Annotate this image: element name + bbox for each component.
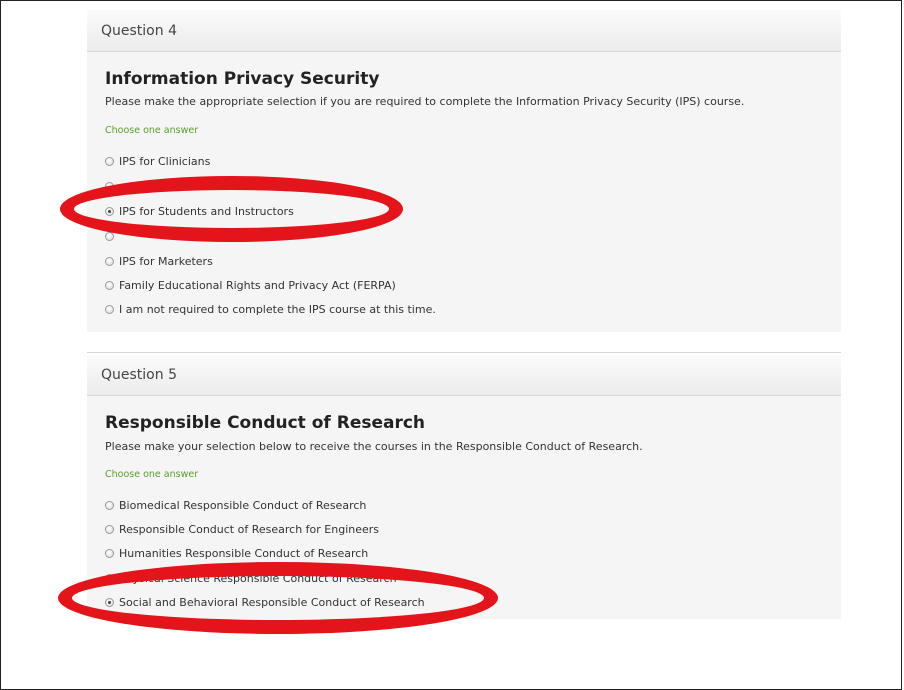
option-label: Humanities Responsible Conduct of Resear… xyxy=(119,546,369,560)
question-4-title: Information Privacy Security xyxy=(105,69,380,89)
option-label: IPS for Marketers xyxy=(119,254,213,268)
question-5-header-label: Question 5 xyxy=(101,367,177,383)
radio-button[interactable] xyxy=(105,156,114,166)
question-5-hint: Choose one answer xyxy=(105,469,199,480)
option-label: Responsible Conduct of Research for Engi… xyxy=(119,522,380,536)
question-4-description: Please make the appropriate selection if… xyxy=(105,95,745,108)
question-5-description: Please make your selection below to rece… xyxy=(105,440,643,453)
radio-button[interactable] xyxy=(105,573,114,583)
q5-option-humanities[interactable]: Humanities Responsible Conduct of Resear… xyxy=(105,545,368,561)
option-label: I am not required to complete the IPS co… xyxy=(119,302,436,316)
q4-option-ips-clinicians[interactable]: IPS for Clinicians xyxy=(105,153,210,169)
question-5-panel: Question 5 Responsible Conduct of Resear… xyxy=(87,356,841,619)
q5-option-engineers[interactable]: Responsible Conduct of Research for Engi… xyxy=(105,521,379,537)
radio-button[interactable] xyxy=(105,304,114,314)
question-4-hint: Choose one answer xyxy=(105,125,199,136)
q5-option-physical-science[interactable]: Physical Science Responsible Conduct of … xyxy=(105,570,397,586)
radio-button[interactable] xyxy=(105,231,114,241)
panel-separator xyxy=(87,352,841,353)
question-4-header: Question 4 xyxy=(87,10,841,52)
radio-button[interactable] xyxy=(105,280,114,290)
radio-button[interactable] xyxy=(105,256,114,266)
q5-option-social-behavioral[interactable]: Social and Behavioral Responsible Conduc… xyxy=(105,594,425,610)
q4-option-hidden-2[interactable] xyxy=(105,228,119,244)
question-5-title: Responsible Conduct of Research xyxy=(105,413,426,433)
radio-button[interactable] xyxy=(105,548,114,558)
radio-button[interactable] xyxy=(105,524,114,534)
radio-button[interactable] xyxy=(105,500,114,510)
radio-button[interactable] xyxy=(105,181,114,191)
option-label: Family Educational Rights and Privacy Ac… xyxy=(119,278,396,292)
question-4-panel: Question 4 Information Privacy Security … xyxy=(87,10,841,332)
radio-button-selected[interactable] xyxy=(105,597,114,607)
radio-button-selected[interactable] xyxy=(105,206,114,216)
question-4-header-label: Question 4 xyxy=(101,23,177,39)
q5-option-biomedical[interactable]: Biomedical Responsible Conduct of Resear… xyxy=(105,497,366,513)
q4-option-not-required[interactable]: I am not required to complete the IPS co… xyxy=(105,301,436,317)
q4-option-ips-marketers[interactable]: IPS for Marketers xyxy=(105,253,213,269)
option-label: Social and Behavioral Responsible Conduc… xyxy=(119,595,425,609)
question-5-header: Question 5 xyxy=(87,356,841,396)
option-label: Biomedical Responsible Conduct of Resear… xyxy=(119,498,367,512)
q4-option-ips-students-instructors[interactable]: IPS for Students and Instructors xyxy=(105,203,294,219)
q4-option-hidden-1[interactable] xyxy=(105,178,119,194)
option-label: Physical Science Responsible Conduct of … xyxy=(119,571,397,585)
option-label: IPS for Clinicians xyxy=(119,154,211,168)
option-label: IPS for Students and Instructors xyxy=(119,204,294,218)
q4-option-ferpa[interactable]: Family Educational Rights and Privacy Ac… xyxy=(105,277,396,293)
